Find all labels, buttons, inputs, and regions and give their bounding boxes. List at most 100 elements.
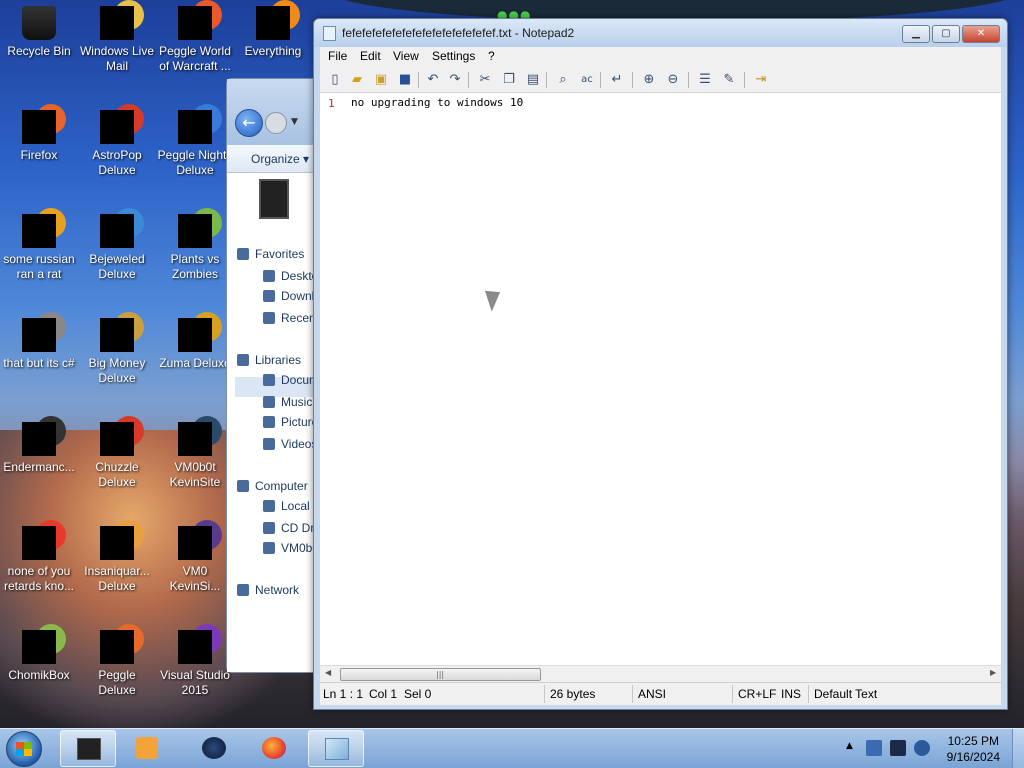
redacted-box <box>178 422 212 456</box>
taskbar-notepad2[interactable] <box>308 730 364 767</box>
desktop-icon-label: Big Money Deluxe <box>88 356 146 385</box>
desktop-icon[interactable]: Insaniquar... Deluxe <box>78 520 156 594</box>
show-desktop-button[interactable] <box>1012 729 1024 768</box>
menu-help[interactable]: ? <box>488 49 495 63</box>
grip-icon: ||| <box>436 670 445 679</box>
menu-file[interactable]: File <box>328 49 347 63</box>
editor-content[interactable]: no upgrading to windows 10 <box>351 96 523 109</box>
explorer-window[interactable]: ← ▼ Organize ▾ Favorites Desktop Downloads… <box>226 78 360 673</box>
clock-time: 10:25 PM <box>947 734 999 748</box>
taskbar-explorer[interactable] <box>60 730 116 767</box>
scrollbar-thumb[interactable]: ||| <box>340 668 541 681</box>
redacted-box <box>22 422 56 456</box>
status-column: Col 1 <box>369 687 398 701</box>
paste-icon[interactable]: ▤ <box>524 71 542 89</box>
menu-edit[interactable]: Edit <box>360 49 381 63</box>
toolbar-separator <box>468 72 469 88</box>
desktop-icon[interactable]: Peggle Nights Deluxe <box>156 104 234 178</box>
desktop-icon-label: Plants vs Zombies <box>170 252 220 281</box>
desktop-icon[interactable]: AstroPop Deluxe <box>78 104 156 178</box>
desktop-icon[interactable]: Recycle Bin <box>0 0 78 59</box>
taskbar-globe[interactable] <box>186 730 242 767</box>
notepad-titlebar[interactable]: fefefefefefefefefefefefefefefef.txt - No… <box>314 19 1007 47</box>
app-icon <box>178 312 222 352</box>
notepad-window[interactable]: fefefefefefefefefefefefefefefef.txt - No… <box>313 18 1008 710</box>
network-icon[interactable] <box>890 740 906 756</box>
desktop-icon[interactable]: Firefox <box>0 104 78 163</box>
close-button[interactable]: ✕ <box>962 25 1000 43</box>
word-wrap-icon[interactable]: ↵ <box>608 71 626 89</box>
horizontal-scrollbar[interactable]: ◀ ||| ▶ <box>320 665 1001 682</box>
status-encoding[interactable]: ANSI <box>638 687 666 701</box>
browse-icon[interactable]: ▣ <box>372 71 390 89</box>
toolbar-separator <box>688 72 689 88</box>
undo-icon[interactable]: ↶ <box>424 71 442 89</box>
minimize-button[interactable]: ▁ <box>902 25 930 43</box>
nav-item[interactable]: Libraries <box>237 353 301 367</box>
desktop-icon[interactable]: Windows Live Mail <box>78 0 156 74</box>
app-icon <box>178 104 222 144</box>
taskbar-firefox[interactable] <box>246 730 302 767</box>
desktop-icon[interactable]: some russian ran a rat <box>0 208 78 282</box>
nav-item[interactable]: Computer <box>237 479 308 493</box>
file-thumbnail-icon <box>259 179 289 219</box>
desktop-icon[interactable]: Visual Studio 2015 <box>156 624 234 698</box>
desktop-icon[interactable]: Peggle Deluxe <box>78 624 156 698</box>
desktop-icon[interactable]: VM0 KevinSi... <box>156 520 234 594</box>
save-icon[interactable]: ■ <box>396 71 414 89</box>
history-dropdown-icon[interactable]: ▼ <box>291 117 298 127</box>
status-line-endings[interactable]: CR+LF <box>738 687 776 701</box>
back-arrow-icon[interactable]: ← <box>235 109 263 137</box>
replace-icon[interactable]: ac <box>578 71 596 89</box>
desktop-icon[interactable]: Big Money Deluxe <box>78 312 156 386</box>
taskbar-clock[interactable]: 10:25 PM 9/16/2024 <box>947 733 1000 765</box>
organize-button[interactable]: Organize ▾ <box>251 152 309 166</box>
tray-app-icon[interactable] <box>866 740 882 756</box>
nav-item-label: Music <box>281 395 313 409</box>
find-icon[interactable]: ⌕ <box>554 71 572 89</box>
forward-arrow-icon[interactable] <box>265 112 287 134</box>
status-mode[interactable]: INS <box>781 687 801 701</box>
scroll-right-icon[interactable]: ▶ <box>990 668 996 677</box>
desktop-icon[interactable]: VM0b0t KevinSite <box>156 416 234 490</box>
scheme-icon[interactable]: ☰ <box>696 71 714 89</box>
firefox-icon <box>262 737 286 759</box>
zoom-in-icon[interactable]: ⊕ <box>640 71 658 89</box>
text-editor[interactable]: 1 no upgrading to windows 10 <box>320 93 1001 665</box>
maximize-button[interactable]: ▢ <box>932 25 960 43</box>
desktop-icon-label: VM0b0t KevinSite <box>169 460 221 489</box>
zoom-out-icon[interactable]: ⊖ <box>664 71 682 89</box>
desktop-icon[interactable]: Everything <box>234 0 312 59</box>
nav-item[interactable]: Network <box>237 583 299 597</box>
desktop-icon[interactable]: Peggle World of Warcraft ... <box>156 0 234 74</box>
toolbar-separator <box>418 72 419 88</box>
scroll-left-icon[interactable]: ◀ <box>325 668 331 677</box>
exit-icon[interactable]: ⇥ <box>752 71 770 89</box>
desktop-icon[interactable]: Endermanc... <box>0 416 78 475</box>
desktop-icon[interactable]: ChomikBox <box>0 624 78 683</box>
cut-icon[interactable]: ✂ <box>476 71 494 89</box>
desktop-icon[interactable]: Plants vs Zombies <box>156 208 234 282</box>
open-folder-icon[interactable]: ▰ <box>348 71 366 89</box>
desktop-icon[interactable]: Chuzzle Deluxe <box>78 416 156 490</box>
status-selection: Sel 0 <box>404 687 432 701</box>
redo-icon[interactable]: ↷ <box>446 71 464 89</box>
copy-icon[interactable]: ❐ <box>500 71 518 89</box>
menu-view[interactable]: View <box>393 49 419 63</box>
new-file-icon[interactable]: ▯ <box>326 71 344 89</box>
desktop-icon[interactable]: Zuma Deluxe <box>156 312 234 371</box>
desktop-icon[interactable]: none of you retards kno... <box>0 520 78 594</box>
redacted-box <box>100 6 134 40</box>
taskbar-media-player[interactable] <box>120 730 176 767</box>
show-hidden-icons[interactable]: ▲ <box>846 741 853 751</box>
menu-settings[interactable]: Settings <box>432 49 475 63</box>
status-scheme[interactable]: Default Text <box>814 687 877 701</box>
desktop-icon[interactable]: that but its c# <box>0 312 78 371</box>
nav-item[interactable]: Videos <box>263 437 317 451</box>
nav-item[interactable]: Music <box>263 395 312 409</box>
nav-item[interactable]: Favorites <box>237 247 304 261</box>
customize-icon[interactable]: ✎ <box>720 71 738 89</box>
desktop-icon[interactable]: Bejeweled Deluxe <box>78 208 156 282</box>
volume-icon[interactable] <box>914 740 930 756</box>
start-button[interactable] <box>6 731 42 767</box>
